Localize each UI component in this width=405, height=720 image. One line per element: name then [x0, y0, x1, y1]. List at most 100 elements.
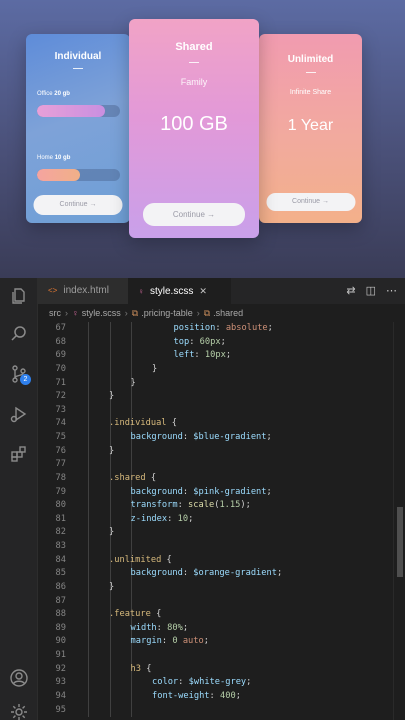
code-token: }	[109, 391, 115, 402]
code-token: .individual	[109, 418, 167, 429]
indent-guide	[88, 403, 89, 418]
code-token: $pink-gradient	[193, 486, 267, 497]
code-line[interactable]: 88 .feature {	[38, 608, 393, 622]
vertical-scrollbar[interactable]	[393, 322, 405, 720]
sass-icon: ♀	[138, 287, 144, 296]
code-text: background: $pink-gradient;	[131, 486, 272, 500]
code-token: }	[130, 377, 136, 388]
line-number: 75	[55, 432, 66, 442]
indent-guide	[88, 485, 89, 500]
code-token: ;	[276, 568, 283, 579]
pricing-card-shared: Shared Family 100 GB Continue →	[129, 19, 259, 238]
code-line[interactable]: 84 .unlimited {	[38, 553, 393, 568]
code-line[interactable]: 80 transform: scale(1.15);	[38, 499, 393, 513]
line-number: 83	[55, 541, 66, 551]
code-line[interactable]: 83	[38, 540, 393, 554]
code-token: .feature	[109, 609, 151, 620]
code-line[interactable]: 79 background: $pink-gradient;	[38, 485, 393, 500]
code-line[interactable]: 91	[38, 649, 393, 663]
code-line[interactable]: 94 font-weight: 400;	[38, 689, 393, 704]
extensions-icon[interactable]	[9, 444, 29, 464]
pricing-card-unlimited: Unlimited Infinite Share 1 Year Continue…	[259, 34, 362, 223]
code-line[interactable]: 78 .shared {	[38, 471, 393, 486]
indent-guide	[88, 689, 89, 704]
code-line[interactable]: 85 background: $orange-gradient;	[38, 567, 393, 581]
continue-button[interactable]: Continue →	[143, 203, 245, 226]
indent-guide	[131, 689, 132, 704]
indent-guide	[131, 403, 132, 418]
line-number: 86	[55, 581, 66, 592]
code-token: 80%	[167, 622, 183, 633]
code-line[interactable]: 74 .individual {	[38, 417, 393, 431]
breadcrumb-item[interactable]: .shared	[213, 308, 243, 318]
line-number: 84	[55, 554, 66, 565]
code-line[interactable]: 70}	[38, 362, 393, 377]
code-line[interactable]: 90 margin: 0 auto;	[38, 635, 393, 649]
scrollbar-thumb[interactable]	[397, 507, 403, 577]
code-text: background: $orange-gradient;	[131, 567, 283, 581]
progress-fill	[37, 169, 81, 181]
code-line[interactable]: 68 top: 60px;	[38, 335, 393, 350]
run-debug-icon[interactable]	[9, 404, 29, 424]
code-token: margin	[130, 636, 162, 647]
line-number: 81	[55, 513, 66, 524]
files-icon[interactable]	[9, 286, 29, 306]
indent-guide	[109, 512, 111, 527]
code-line[interactable]: 75 background: $blue-gradient;	[38, 431, 393, 445]
split-editor-icon[interactable]: ◫	[366, 285, 376, 297]
compare-changes-icon[interactable]: ⇄	[346, 285, 355, 297]
code-line[interactable]: 81 z-index: 10;	[38, 512, 393, 527]
close-icon[interactable]: ✕	[199, 286, 207, 296]
tab-style-scss[interactable]: ♀ style.scss ✕	[128, 278, 231, 304]
code-token: ;	[246, 677, 252, 688]
indent-guide	[88, 335, 89, 350]
breadcrumb-item[interactable]: style.scss	[82, 308, 121, 318]
indent-guide	[88, 553, 89, 568]
code-text: margin: 0 auto;	[131, 635, 209, 649]
code-line[interactable]: 67 position: absolute;	[38, 322, 393, 336]
indent-guide	[88, 621, 89, 636]
code-line[interactable]: 95	[38, 703, 393, 718]
indent-guide	[88, 471, 89, 486]
progress-fill	[37, 105, 106, 117]
indent-guide	[131, 362, 132, 377]
continue-button[interactable]: Continue →	[266, 193, 355, 211]
settings-gear-icon[interactable]	[9, 702, 29, 720]
code-line[interactable]: 77	[38, 458, 393, 472]
line-number: 89	[55, 622, 66, 633]
indent-guide	[88, 512, 89, 527]
title-divider	[73, 68, 83, 69]
feature-label: Office	[37, 91, 53, 97]
search-icon[interactable]	[9, 324, 29, 344]
indent-guide	[109, 499, 111, 513]
breadcrumb-item[interactable]: src	[49, 308, 61, 318]
more-actions-icon[interactable]: ⋯	[386, 285, 397, 297]
line-number: 93	[55, 677, 66, 688]
code-token: $orange-gradient	[193, 568, 277, 579]
code-line[interactable]: 69 left: 10px;	[38, 349, 393, 363]
code-token: 10	[177, 513, 189, 524]
code-line[interactable]: 71}	[38, 376, 393, 391]
code-line[interactable]: 82}	[38, 526, 393, 540]
code-line[interactable]: 72}	[38, 390, 393, 404]
code-area[interactable]: 67 position: absolute; 68 top: 60px; 69 left:…	[38, 322, 393, 720]
activity-bar: 2	[0, 278, 38, 720]
code-text: background: $blue-gradient;	[131, 431, 272, 445]
continue-button[interactable]: Continue →	[33, 195, 123, 215]
code-line[interactable]: 86}	[38, 580, 393, 595]
indent-guide	[109, 635, 111, 649]
breadcrumb-item[interactable]: .pricing-table	[141, 308, 193, 318]
code-line[interactable]: 92 h3 {	[38, 662, 393, 677]
code-line[interactable]: 89 width: 80%;	[38, 621, 393, 636]
code-token: h3	[130, 663, 141, 674]
code-line[interactable]: 93 color: $white-grey;	[38, 676, 393, 690]
indent-guide	[131, 676, 132, 690]
code-line[interactable]: 87	[38, 594, 393, 609]
account-icon[interactable]	[9, 668, 29, 688]
code-token: background	[130, 486, 183, 497]
code-line[interactable]: 76}	[38, 444, 393, 459]
tab-index-html[interactable]: <> index.html	[38, 278, 128, 304]
indent-guide	[88, 322, 89, 336]
code-text: .unlimited {	[109, 554, 172, 568]
code-line[interactable]: 73	[38, 403, 393, 418]
